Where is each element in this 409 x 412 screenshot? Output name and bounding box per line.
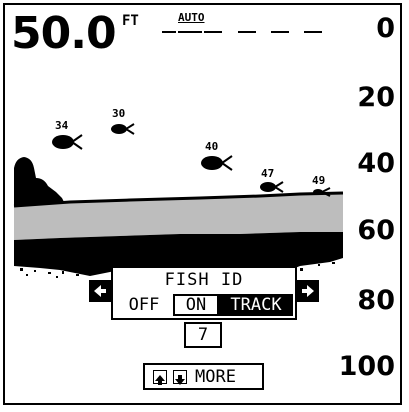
arrow-down-icon (175, 375, 185, 385)
arrow-up-icon (155, 375, 165, 385)
arrow-right-icon (302, 285, 314, 297)
option-right-button[interactable] (297, 280, 319, 302)
depth-scale-20: 20 (357, 82, 395, 113)
more-label: MORE (195, 367, 236, 387)
fish-depth-label: 49 (312, 174, 326, 187)
depth-scale-0: 0 (376, 13, 395, 44)
fish-icon (260, 181, 284, 193)
sonar-screen: 50.0 FT AUTO 0 20 40 60 80 100 34 30 40 … (0, 0, 409, 412)
fish-depth-label: 47 (261, 167, 275, 180)
depth-scale-80: 80 (357, 285, 395, 316)
bottom-structure (14, 157, 66, 206)
depth-unit: FT (122, 13, 139, 29)
fish-icon (313, 187, 331, 197)
arrow-down-key[interactable] (173, 370, 187, 385)
arrow-up-key[interactable] (153, 370, 167, 385)
arrow-left-icon (94, 285, 106, 297)
fish-icon (52, 134, 83, 150)
range-mode-label: AUTO (178, 11, 205, 24)
fish-depth-label: 40 (205, 140, 219, 153)
option-track-selected[interactable]: TRACK (219, 294, 293, 316)
depth-scale-100: 100 (338, 351, 395, 382)
fish-depth-label: 30 (112, 107, 126, 120)
fish-icon (201, 155, 233, 171)
sensitivity-value: 7 (184, 322, 222, 348)
fish-id-menu: FISH ID OFF ON TRACK (111, 266, 297, 320)
depth-readout: 50.0 (11, 8, 117, 59)
depth-scale-60: 60 (357, 215, 395, 246)
option-left-button[interactable] (89, 280, 111, 302)
fish-depth-label: 34 (55, 119, 69, 132)
menu-title: FISH ID (164, 270, 244, 290)
more-button[interactable]: MORE (143, 363, 264, 390)
fish-icon (111, 123, 135, 135)
option-on[interactable]: ON (173, 294, 219, 316)
option-off[interactable]: OFF (115, 294, 173, 316)
depth-scale-40: 40 (357, 148, 395, 179)
